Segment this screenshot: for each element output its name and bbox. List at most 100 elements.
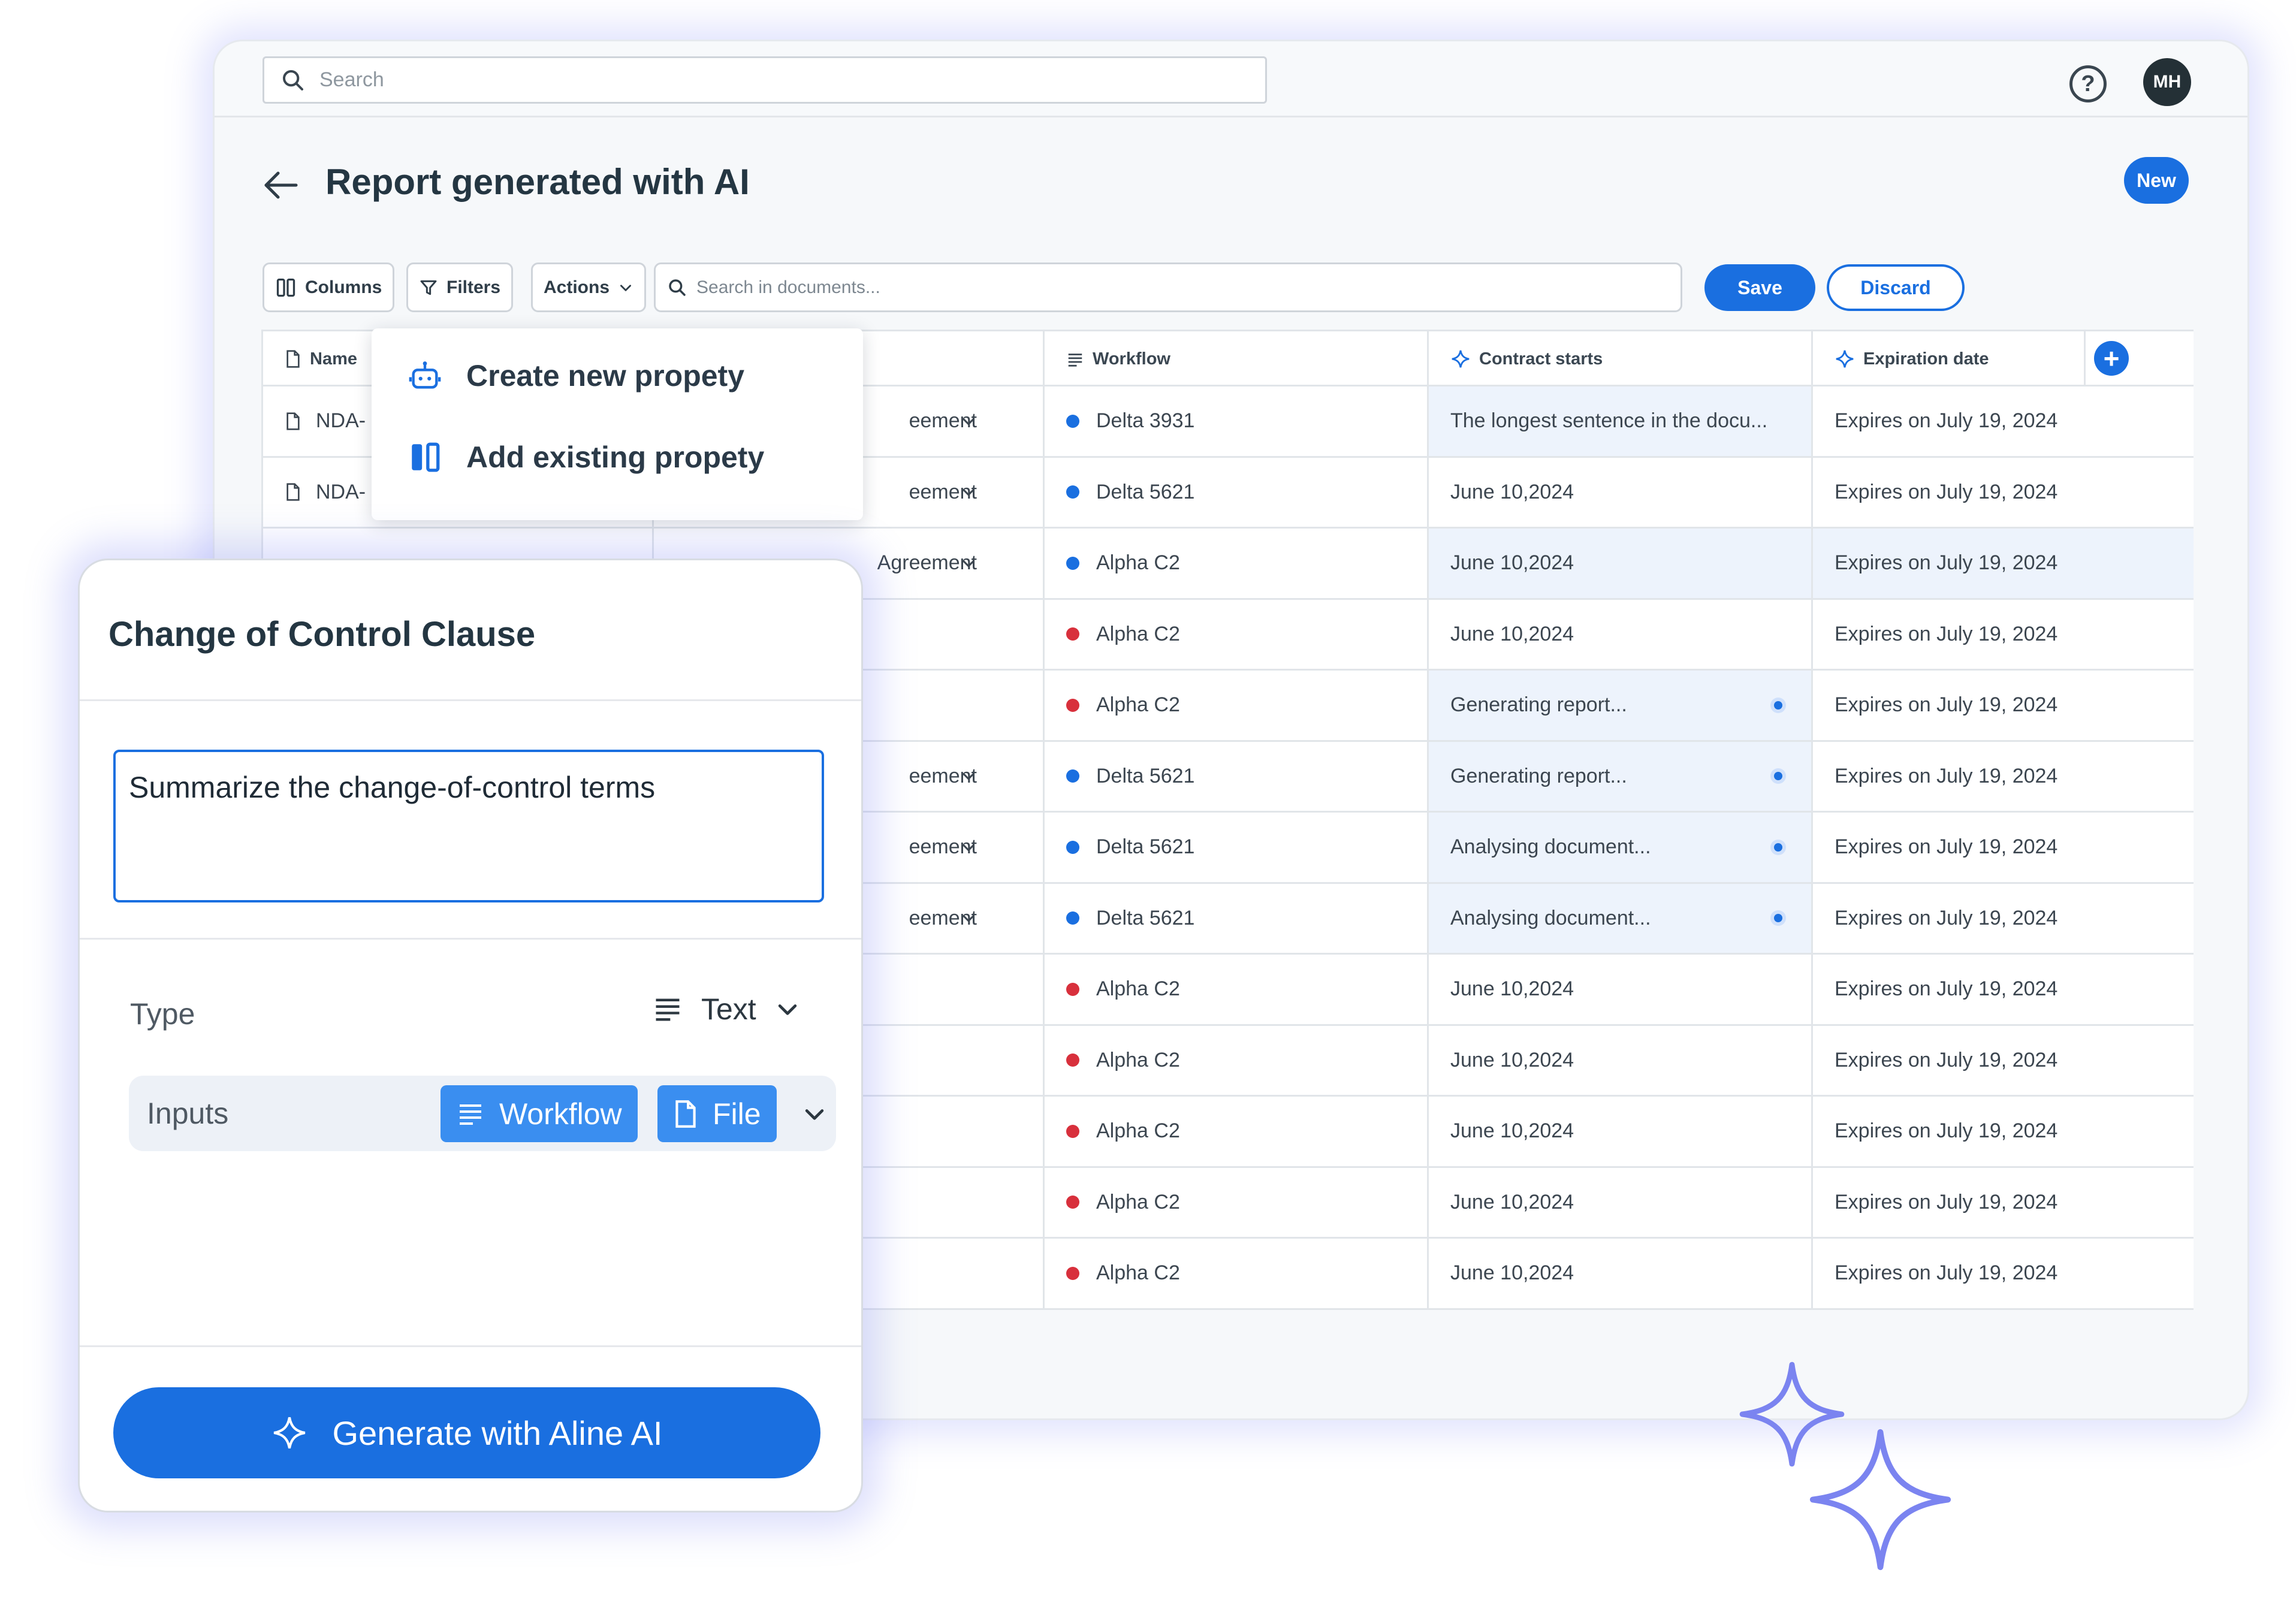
cell-expiration-text: Expires on July 19, 2024 xyxy=(1835,409,2058,433)
columns-button[interactable]: Columns xyxy=(263,262,395,312)
actions-button[interactable]: Actions xyxy=(531,262,647,312)
cell-expiration-text: Expires on July 19, 2024 xyxy=(1835,480,2058,503)
cell-contract-starts[interactable]: June 10,2024 xyxy=(1427,599,1811,669)
property-panel: Change of Control Clause Summarize the c… xyxy=(78,559,863,1513)
text-lines-icon xyxy=(1068,354,1082,367)
column-header-name-label: Name xyxy=(310,349,357,369)
cell-workflow[interactable]: Delta 5621 xyxy=(1043,883,1427,953)
cell-contract-starts[interactable]: June 10,2024 xyxy=(1427,1025,1811,1095)
add-column-button[interactable]: + xyxy=(2094,341,2129,376)
columns-icon xyxy=(276,278,295,297)
cell-expiration-text: Expires on July 19, 2024 xyxy=(1835,551,2058,575)
cell-contract-text: June 10,2024 xyxy=(1450,1048,1574,1071)
cell-expiration-date[interactable]: Expires on July 19, 2024 xyxy=(1811,1025,2194,1095)
type-value: Text xyxy=(701,992,756,1026)
cell-contract-starts[interactable]: June 10,2024 xyxy=(1427,457,1811,527)
chevron-down-icon[interactable] xyxy=(960,910,977,926)
input-chip-file[interactable]: File xyxy=(657,1085,777,1142)
top-bar: Search ? MH xyxy=(215,41,2247,117)
global-search-placeholder: Search xyxy=(319,68,384,91)
cell-workflow[interactable]: Alpha C2 xyxy=(1043,1167,1427,1237)
cell-workflow[interactable]: Alpha C2 xyxy=(1043,1025,1427,1095)
cell-contract-starts[interactable]: June 10,2024 xyxy=(1427,1167,1811,1237)
chevron-down-icon xyxy=(620,284,632,291)
cell-expiration-date[interactable]: Expires on July 19, 2024 xyxy=(1811,599,2194,669)
status-dot xyxy=(1066,840,1079,854)
filters-button[interactable]: Filters xyxy=(406,262,514,312)
cell-workflow[interactable]: Delta 3931 xyxy=(1043,387,1427,456)
column-header-workflow[interactable]: Workflow xyxy=(1043,331,1427,387)
cell-contract-starts[interactable]: Generating report... xyxy=(1427,741,1811,811)
text-lines-icon xyxy=(656,998,680,1021)
column-header-expiration-date[interactable]: Expiration date xyxy=(1811,331,2084,387)
cell-contract-text: Generating report... xyxy=(1450,764,1627,787)
cell-expiration-date[interactable]: Expires on July 19, 2024 xyxy=(1811,955,2194,1024)
inputs-label: Inputs xyxy=(147,1097,229,1130)
menu-item-create-new-property[interactable]: Create new propety xyxy=(408,358,744,393)
cell-expiration-date[interactable]: Expires on July 19, 2024 xyxy=(1811,741,2194,811)
chevron-down-icon[interactable] xyxy=(960,768,977,784)
cell-workflow[interactable]: Alpha C2 xyxy=(1043,671,1427,740)
cell-contract-text: June 10,2024 xyxy=(1450,1119,1574,1143)
cell-workflow[interactable]: Alpha C2 xyxy=(1043,1097,1427,1166)
type-select[interactable]: Text xyxy=(652,992,801,1027)
cell-contract-starts[interactable]: June 10,2024 xyxy=(1427,529,1811,598)
cell-contract-starts[interactable]: June 10,2024 xyxy=(1427,1239,1811,1308)
cell-expiration-date[interactable]: Expires on July 19, 2024 xyxy=(1811,671,2194,740)
global-search-input[interactable]: Search xyxy=(263,56,1267,104)
cell-workflow[interactable]: Alpha C2 xyxy=(1043,599,1427,669)
discard-button[interactable]: Discard xyxy=(1827,264,1965,311)
cell-contract-starts[interactable]: Analysing document... xyxy=(1427,883,1811,953)
status-dot xyxy=(1066,485,1079,499)
input-chip-workflow-label: Workflow xyxy=(499,1097,622,1131)
cell-workflow[interactable]: Delta 5621 xyxy=(1043,457,1427,527)
chevron-down-icon[interactable] xyxy=(960,555,977,572)
cell-expiration-date[interactable]: Expires on July 19, 2024 xyxy=(1811,1239,2194,1308)
cell-expiration-text: Expires on July 19, 2024 xyxy=(1835,1119,2058,1143)
input-chip-workflow[interactable]: Workflow xyxy=(441,1085,638,1142)
cell-expiration-date[interactable]: Expires on July 19, 2024 xyxy=(1811,457,2194,527)
prompt-textarea[interactable]: Summarize the change-of-control terms xyxy=(113,750,824,902)
cell-expiration-date[interactable]: Expires on July 19, 2024 xyxy=(1811,529,2194,598)
chevron-down-icon[interactable] xyxy=(960,484,977,500)
status-dot xyxy=(1066,1053,1079,1067)
status-dot xyxy=(1066,556,1079,570)
cell-contract-starts[interactable]: The longest sentence in the docu... xyxy=(1427,387,1811,456)
loading-indicator xyxy=(1770,697,1786,713)
cell-expiration-date[interactable]: Expires on July 19, 2024 xyxy=(1811,813,2194,882)
sparkle-icon xyxy=(274,1417,306,1449)
cell-contract-starts[interactable]: Generating report... xyxy=(1427,671,1811,740)
chevron-down-icon[interactable] xyxy=(960,839,977,856)
document-icon xyxy=(286,412,300,430)
cell-workflow-text: Alpha C2 xyxy=(1096,1261,1180,1285)
cell-workflow[interactable]: Delta 5621 xyxy=(1043,813,1427,882)
generate-button[interactable]: Generate with Aline AI xyxy=(113,1387,820,1478)
cell-contract-starts[interactable]: June 10,2024 xyxy=(1427,955,1811,1024)
chevron-down-icon xyxy=(778,1004,796,1015)
cell-workflow[interactable]: Delta 5621 xyxy=(1043,741,1427,811)
cell-expiration-date[interactable]: Expires on July 19, 2024 xyxy=(1811,387,2194,456)
cell-expiration-date[interactable]: Expires on July 19, 2024 xyxy=(1811,1167,2194,1237)
cell-expiration-text: Expires on July 19, 2024 xyxy=(1835,906,2058,929)
new-badge[interactable]: New xyxy=(2124,157,2189,204)
cell-contract-starts[interactable]: Analysing document... xyxy=(1427,813,1811,882)
help-icon[interactable]: ? xyxy=(2069,65,2107,102)
cell-expiration-date[interactable]: Expires on July 19, 2024 xyxy=(1811,883,2194,953)
cell-workflow[interactable]: Alpha C2 xyxy=(1043,1239,1427,1308)
cell-workflow[interactable]: Alpha C2 xyxy=(1043,529,1427,598)
cell-name-text: NDA- xyxy=(316,409,366,433)
cell-contract-starts[interactable]: June 10,2024 xyxy=(1427,1097,1811,1166)
chevron-down-icon[interactable] xyxy=(801,1101,828,1127)
avatar[interactable]: MH xyxy=(2143,58,2191,106)
save-button[interactable]: Save xyxy=(1704,264,1815,311)
column-header-workflow-label: Workflow xyxy=(1093,349,1170,369)
column-header-contract-starts[interactable]: Contract starts xyxy=(1427,331,1811,387)
menu-item-add-existing-property[interactable]: Add existing propety xyxy=(408,440,764,475)
chevron-down-icon[interactable] xyxy=(960,413,977,430)
cell-workflow[interactable]: Alpha C2 xyxy=(1043,955,1427,1024)
cell-contract-text: The longest sentence in the docu... xyxy=(1450,409,1768,433)
page-title: Report generated with AI xyxy=(325,162,750,202)
document-search-input[interactable]: Search in documents... xyxy=(654,262,1682,312)
cell-expiration-date[interactable]: Expires on July 19, 2024 xyxy=(1811,1097,2194,1166)
back-arrow-icon[interactable] xyxy=(263,170,298,200)
